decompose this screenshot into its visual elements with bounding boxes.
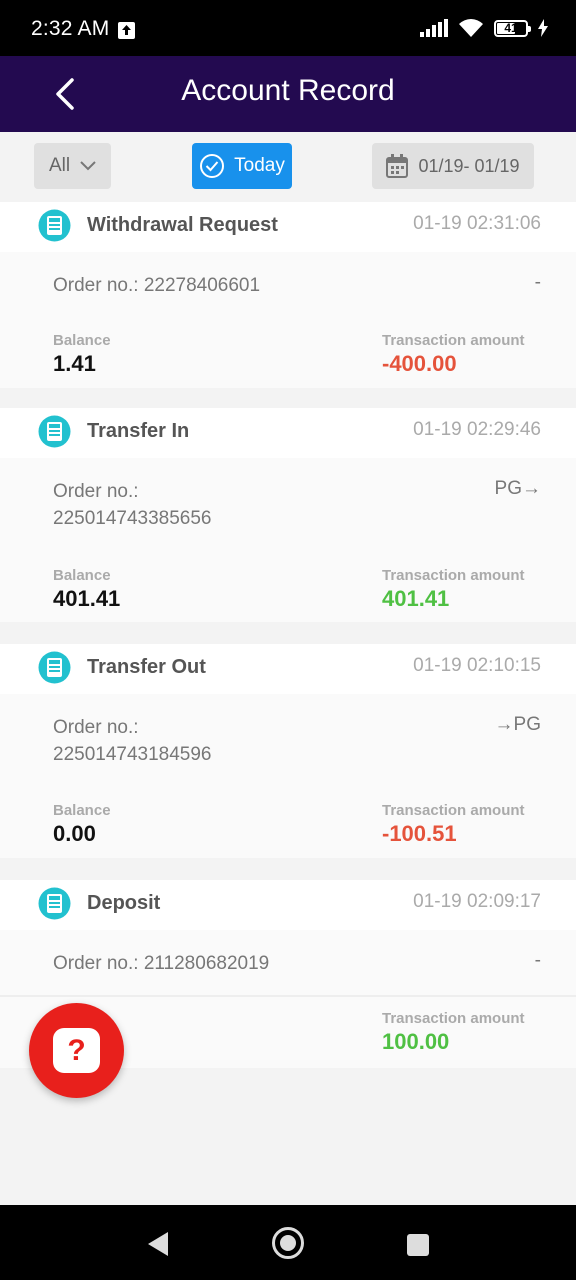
record-time: 01-19 02:31:06 (413, 213, 541, 234)
filter-today-label: Today (234, 155, 285, 176)
order-label: Order no.: (53, 481, 139, 502)
balance-label: Balance (53, 567, 111, 584)
order-number: Order no.: 22278406601 (53, 272, 433, 299)
status-time: 2:32 AM (31, 17, 110, 40)
amount-label: Transaction amount (382, 332, 525, 349)
receipt-icon (38, 651, 71, 684)
amount-value: -100.51 (382, 821, 457, 846)
balance-value: 0.00 (53, 821, 96, 846)
record-card[interactable]: Transfer In 01-19 02:29:46 Order no.: 22… (0, 408, 576, 622)
system-nav-bar (0, 1205, 576, 1280)
receipt-icon (38, 209, 71, 242)
order-value: 225014743184596 (53, 744, 212, 765)
record-header: Transfer Out 01-19 02:10:15 (0, 644, 576, 690)
balance-value: 401.41 (53, 586, 121, 611)
help-button[interactable]: ? (29, 1003, 124, 1098)
amount-label: Transaction amount (382, 1010, 525, 1027)
record-time: 01-19 02:09:17 (413, 891, 541, 912)
balance-label: Balance (53, 802, 111, 819)
order-label: Order no.: (53, 717, 139, 738)
order-value: 225014743385656 (53, 508, 212, 529)
amount-value: -400.00 (382, 351, 457, 376)
receipt-icon (38, 887, 71, 920)
amount-label: Transaction amount (382, 567, 525, 584)
charging-icon (538, 19, 548, 37)
order-value: 22278406601 (143, 275, 261, 296)
record-type: Withdrawal Request (87, 214, 278, 236)
status-icons: 41 (420, 18, 548, 38)
filter-all-label: All (48, 155, 71, 176)
divider (0, 995, 576, 997)
battery-level: 41 (504, 20, 518, 35)
check-circle-icon (200, 154, 225, 178)
upload-notification-icon (118, 22, 135, 39)
order-number: Order no.: 225014743385656 (53, 478, 433, 532)
signal-icon (420, 19, 448, 37)
record-body: Order no.: 225014743184596 →PG Balance 0… (0, 694, 576, 858)
receipt-icon (38, 415, 71, 448)
record-body: Order no.: 22278406601 - Balance 1.41 Tr… (0, 252, 576, 388)
record-time: 01-19 02:10:15 (413, 655, 541, 676)
date-range-picker[interactable]: 01/19- 01/19 (372, 143, 534, 189)
record-card[interactable]: Withdrawal Request 01-19 02:31:06 Order … (0, 202, 576, 388)
filter-today-button[interactable]: Today (192, 143, 292, 189)
wifi-icon (459, 19, 483, 37)
filter-bar: All Today 01/19- 01/19 (0, 132, 576, 198)
record-header: Deposit 01-19 02:09:17 (0, 880, 576, 926)
record-body: Order no.: 225014743385656 PG→ Balance 4… (0, 458, 576, 622)
filter-all-dropdown[interactable]: All (34, 143, 111, 189)
app-header: Account Record (0, 56, 576, 132)
page-title: Account Record (181, 74, 395, 107)
record-type: Deposit (87, 892, 161, 914)
balance-value: 1.41 (53, 351, 96, 376)
amount-value: 401.41 (382, 586, 450, 611)
record-route: →PG (494, 714, 541, 735)
nav-back-icon[interactable] (146, 1231, 170, 1257)
record-route: - (534, 272, 541, 293)
record-header: Transfer In 01-19 02:29:46 (0, 408, 576, 454)
nav-home-icon[interactable] (272, 1227, 304, 1259)
date-range-value: 01/19- 01/19 (418, 155, 520, 176)
order-number: Order no.: 225014743184596 (53, 714, 433, 768)
balance-label: Balance (53, 332, 111, 349)
record-type: Transfer In (87, 420, 190, 442)
calendar-icon (386, 154, 409, 178)
record-type: Transfer Out (87, 656, 206, 678)
order-value: 211280682019 (143, 953, 270, 974)
record-card[interactable]: Transfer Out 01-19 02:10:15 Order no.: 2… (0, 644, 576, 858)
record-time: 01-19 02:29:46 (413, 419, 541, 440)
order-number: Order no.: 211280682019 (53, 950, 433, 977)
record-header: Withdrawal Request 01-19 02:31:06 (0, 202, 576, 248)
record-route: - (534, 950, 541, 971)
amount-value: 100.00 (382, 1029, 450, 1054)
help-icon: ? (53, 1028, 100, 1073)
status-bar: 2:32 AM 41 (0, 0, 576, 56)
record-route: PG→ (494, 478, 541, 499)
battery-icon: 41 (494, 19, 531, 37)
chevron-down-icon (80, 161, 96, 171)
order-label: Order no.: (53, 275, 139, 296)
order-label: Order no.: (53, 953, 139, 974)
amount-label: Transaction amount (382, 802, 525, 819)
nav-recents-icon[interactable] (407, 1234, 429, 1256)
